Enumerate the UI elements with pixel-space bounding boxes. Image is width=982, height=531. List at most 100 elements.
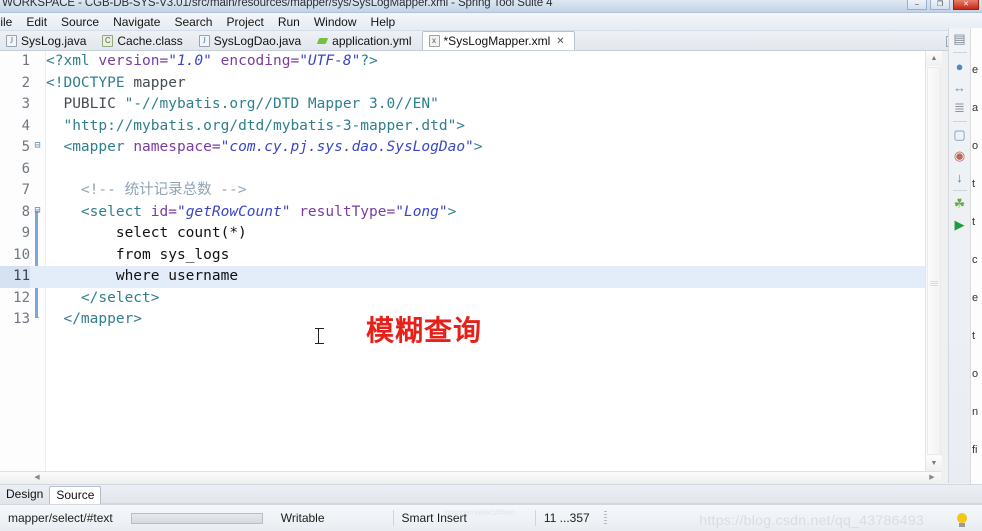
maximize-button[interactable]: ❐: [930, 0, 950, 10]
menu-file[interactable]: File: [0, 14, 19, 30]
code-token: "1.0": [168, 53, 212, 69]
code-token: namespace=: [133, 139, 221, 155]
tab-label: SysLog.java: [21, 33, 87, 48]
java-file-icon: [198, 34, 210, 47]
line-text: </mapper>: [46, 309, 142, 331]
code-line[interactable]: 5 ⊟ <mapper namespace="com.cy.pj.sys.dao.…: [0, 137, 940, 159]
menu-run[interactable]: Run: [271, 14, 307, 30]
code-line[interactable]: 12 </select>: [0, 288, 940, 310]
editor-horizontal-scrollbar[interactable]: ◀ ▶: [0, 471, 941, 483]
tab-syslogmapper-xml[interactable]: *SysLogMapper.xml ✕: [421, 31, 575, 50]
line-number: 8: [21, 203, 30, 220]
line-text: <select id="getRowCount" resultType="Lon…: [46, 202, 456, 224]
code-line[interactable]: 10 from sys_logs: [0, 245, 940, 267]
menu-window[interactable]: Window: [307, 14, 364, 30]
progress-icon[interactable]: ◉: [952, 148, 968, 164]
line-number: 9: [21, 225, 30, 241]
status-cursor-position: 11 ...357: [543, 511, 590, 525]
line-text: select count(*): [46, 223, 247, 245]
scroll-down-icon[interactable]: ▼: [926, 456, 942, 471]
menu-edit[interactable]: Edit: [19, 14, 54, 30]
code-line[interactable]: 8 ⊟ <select id="getRowCount" resultType="…: [0, 202, 940, 224]
line-number: 13: [13, 311, 30, 327]
code-line[interactable]: 3 PUBLIC "-//mybatis.org//DTD Mapper 3.0…: [0, 94, 940, 116]
code-token: "UTF-8": [299, 53, 361, 69]
line-text: PUBLIC "-//mybatis.org//DTD Mapper 3.0//…: [46, 94, 438, 116]
minimize-button[interactable]: –: [907, 0, 927, 10]
fold-toggle-icon[interactable]: ⊟: [33, 205, 42, 216]
window-controls: – ❐ ✕: [907, 0, 979, 10]
cut-text-fragment: a: [972, 102, 979, 114]
menu-help[interactable]: Help: [364, 14, 403, 30]
code-line[interactable]: 2 <!DOCTYPE mapper: [0, 73, 940, 95]
sort-icon[interactable]: ≣: [952, 100, 968, 116]
console-icon[interactable]: ▢: [952, 127, 968, 143]
menu-navigate[interactable]: Navigate: [106, 14, 167, 30]
scroll-up-icon[interactable]: ▲: [926, 51, 942, 66]
tab-source[interactable]: Source: [49, 486, 102, 504]
scroll-left-icon[interactable]: ◀: [30, 472, 44, 483]
watermark-small: mapper/select/#text: [445, 508, 515, 517]
xml-file-icon: [428, 35, 440, 47]
menu-source[interactable]: Source: [54, 14, 106, 30]
status-resize-grip: [603, 511, 607, 525]
line-number: 12: [13, 289, 30, 306]
tab-design[interactable]: Design: [0, 486, 49, 504]
collapse-all-icon[interactable]: ↔: [952, 79, 968, 95]
code-line[interactable]: 7 <!-- 统计记录总数 -->: [0, 180, 940, 202]
cut-text-fragment: o: [972, 368, 979, 380]
scrollbar-thumb[interactable]: [927, 67, 941, 455]
rail-divider: [952, 52, 967, 53]
close-icon[interactable]: ✕: [556, 36, 564, 47]
download-icon[interactable]: ↓: [952, 169, 968, 185]
quick-fix-bulb-icon[interactable]: [956, 513, 968, 527]
tab-label: Cache.class: [117, 33, 183, 48]
code-token: mapper: [133, 74, 186, 91]
close-button[interactable]: ✕: [953, 0, 979, 10]
menu-search[interactable]: Search: [167, 14, 219, 30]
tab-syslogdao-java[interactable]: SysLogDao.java: [193, 31, 311, 50]
rail-divider: [952, 190, 967, 191]
line-text: "http://mybatis.org/dtd/mybatis-3-mapper…: [46, 116, 465, 138]
menu-project[interactable]: Project: [219, 14, 270, 30]
outline-icon[interactable]: ▤: [952, 31, 968, 47]
code-token: id=: [150, 203, 177, 220]
code-line[interactable]: 6: [0, 159, 940, 181]
editor-mode-tabs: Design Source: [0, 484, 982, 504]
menu-bar: File Edit Source Navigate Search Project…: [0, 13, 982, 31]
line-text: <?xml version="1.0" encoding="UTF-8"?>: [46, 51, 378, 73]
tab-application-yml[interactable]: application.yml: [311, 31, 421, 50]
line-text: <mapper namespace="com.cy.pj.sys.dao.Sys…: [46, 137, 482, 159]
tab-syslog-java[interactable]: SysLog.java: [0, 31, 96, 50]
code-token: "http://mybatis.org/dtd/mybatis-3-mapper…: [63, 117, 466, 134]
line-text: <!DOCTYPE mapper: [46, 73, 186, 95]
status-progress-bar: [130, 512, 263, 524]
tab-label: application.yml: [332, 33, 412, 48]
code-token: <?: [46, 53, 64, 69]
run-icon[interactable]: ▶: [952, 217, 968, 233]
code-line[interactable]: 11 where username: [0, 266, 940, 288]
window-title: WORKSPACE - CGB-DB-SYS-V3.01/src/main/re…: [2, 0, 553, 9]
scroll-right-icon[interactable]: ▶: [925, 472, 939, 483]
right-icon-rail: ▤ ● ↔ ≣ ▢ ◉ ↓ ☘ ▶: [948, 28, 970, 483]
code-line[interactable]: 4 "http://mybatis.org/dtd/mybatis-3-mapp…: [0, 116, 940, 138]
code-editor[interactable]: 1 <?xml version="1.0" encoding="UTF-8"?> 2…: [0, 51, 941, 471]
yaml-file-icon: [317, 35, 328, 47]
code-line[interactable]: 1 <?xml version="1.0" encoding="UTF-8"?>: [0, 51, 940, 73]
editor-vertical-scrollbar[interactable]: ▲ ▼: [925, 51, 942, 471]
boot-dashboard-icon[interactable]: ☘: [952, 196, 968, 212]
link-editor-icon[interactable]: ●: [952, 58, 968, 74]
fold-toggle-icon[interactable]: ⊟: [33, 141, 42, 151]
code-token: "Long": [395, 203, 448, 220]
line-text: <!-- 统计记录总数 -->: [46, 180, 247, 202]
tab-filler: [101, 486, 982, 504]
line-text: </select>: [46, 288, 160, 310]
code-line[interactable]: 9 select count(*): [0, 223, 940, 245]
tab-cache-class[interactable]: Cache.class: [96, 31, 192, 50]
status-breadcrumb: mapper/select/#text: [8, 511, 113, 525]
text-cursor: [315, 328, 324, 344]
